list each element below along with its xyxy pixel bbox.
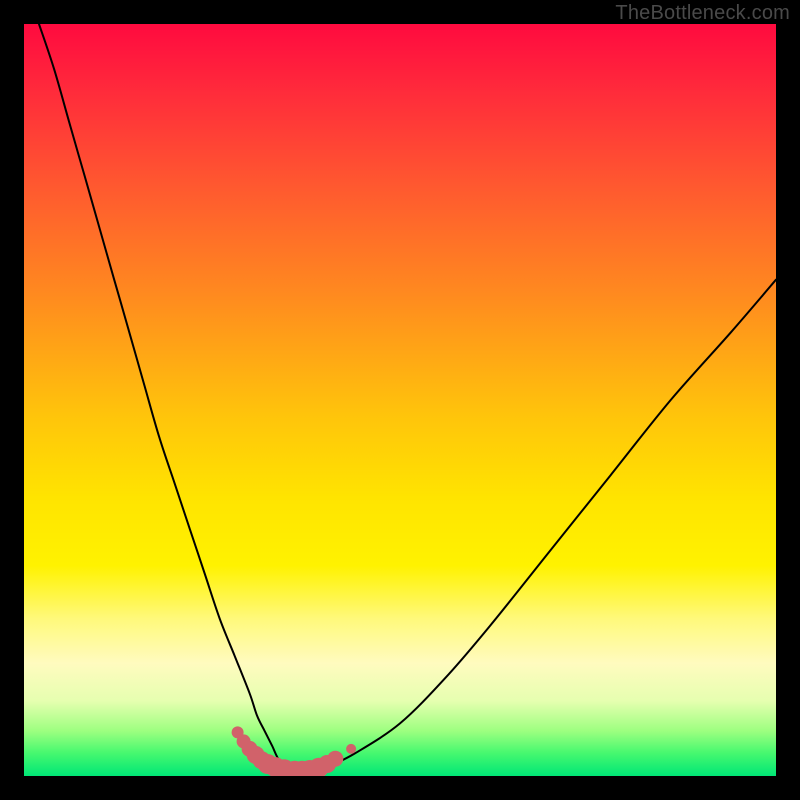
chart-svg xyxy=(24,24,776,776)
bottleneck-curve xyxy=(39,24,776,776)
highlight-markers xyxy=(232,726,357,776)
highlight-dot xyxy=(346,744,356,754)
highlight-dot xyxy=(327,751,343,767)
chart-frame xyxy=(24,24,776,776)
watermark-text: TheBottleneck.com xyxy=(615,2,790,25)
